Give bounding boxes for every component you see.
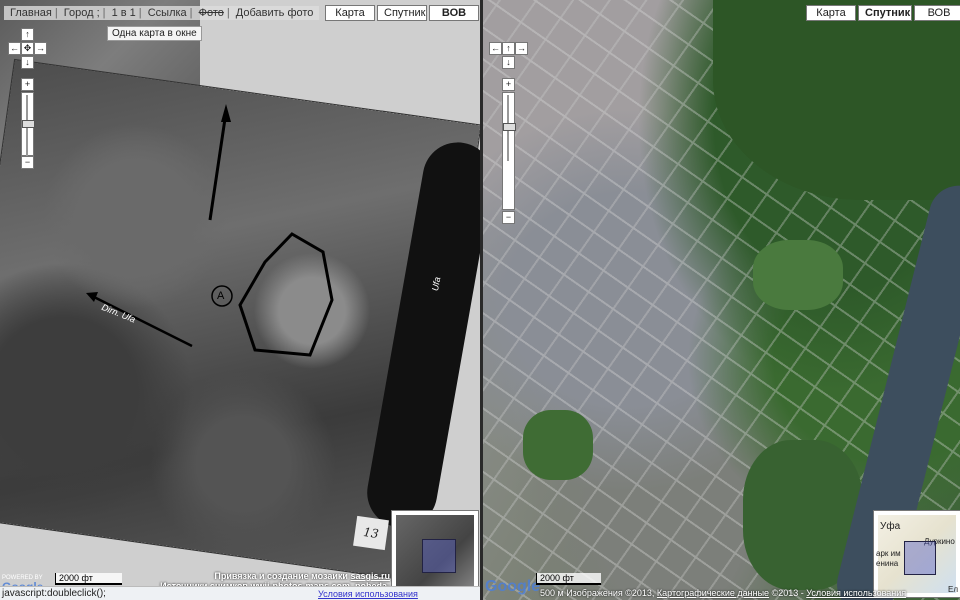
right-scale-bar: 2000 фт [536,573,601,585]
left-terms-link[interactable]: Условия использования [318,589,418,599]
right-overview-map[interactable]: Уфа арк им енина Дуркино Ел [873,510,960,598]
right-pan-down-button[interactable]: ↓ [502,56,515,69]
right-zoom-slider-thumb[interactable] [503,123,516,131]
park-area [523,410,593,480]
left-pan-left-button[interactable]: ← [8,42,21,55]
overview-edge-label: Ел [948,585,959,594]
left-overview-viewport[interactable] [422,539,456,573]
left-zoom-in-button[interactable]: + [21,78,34,91]
nav-add-photo-link[interactable]: Добавить фото [233,7,317,19]
right-map-type-control: Карта Спутник ВОВ [806,5,960,21]
left-maptype-map-button[interactable]: Карта [325,5,375,21]
right-zoom-in-button[interactable]: + [502,78,515,91]
right-copyright: 500 м Изображения ©2013, Картографически… [540,588,906,598]
right-pan-up-button[interactable]: ↑ [502,42,515,55]
north-arrow-line [208,111,228,221]
left-overview-map[interactable] [391,510,479,598]
right-maptype-ww2-button[interactable]: ВОВ [914,5,960,21]
overview-city-label: Уфа [880,521,901,532]
left-scale-bar: 2000 фт [55,573,122,585]
left-pan-right-button[interactable]: → [34,42,47,55]
top-nav: Главная | Город ; | 1 в 1 | Ссылка | Фото | Д… [4,6,320,20]
right-terms-link[interactable]: Условия использования [806,588,906,598]
satellite-map-pane[interactable]: Карта Спутник ВОВ ↑ ← → ↓ + − Уфа арк им… [483,0,960,600]
overview-park-label-2: енина [876,559,899,568]
left-zoom-slider-thumb[interactable] [22,120,35,128]
copyright-imagery-text: 500 м Изображения ©2013, [540,588,657,598]
right-zoom-out-button[interactable]: − [502,211,515,224]
sasgis-link[interactable]: sasgis.ru [350,571,390,581]
nav-one-in-one-link[interactable]: 1 в 1 [109,7,139,19]
left-maptype-satellite-button[interactable]: Спутник [377,5,427,21]
north-arrow-head [221,104,231,122]
right-zoom-slider[interactable] [502,92,516,210]
marker-letter: A [217,290,225,302]
right-overview-viewport[interactable] [904,541,936,575]
right-maptype-satellite-button[interactable]: Спутник [858,5,912,21]
tooltip: Одна карта в окне [107,26,202,41]
left-map-type-control: Карта Спутник ВОВ [325,5,479,21]
left-pan-down-button[interactable]: ↓ [21,56,34,69]
map-data-link[interactable]: Картографические данные [657,588,769,598]
left-maptype-ww2-button[interactable]: ВОВ [429,5,479,21]
left-pan-up-button[interactable]: ↑ [21,28,34,41]
copyright-year-text: ©2013 - [769,588,807,598]
credits-line1: Привязка и создание мозаики sasgis.ru [135,571,390,581]
left-pan-center-button[interactable]: ✥ [21,42,34,55]
left-zoom-out-button[interactable]: − [21,156,34,169]
nav-link-link[interactable]: Ссылка [145,7,190,19]
photo-number: 13 [353,515,389,551]
right-maptype-map-button[interactable]: Карта [806,5,856,21]
overview-park-label: арк им [876,549,901,558]
left-zoom-slider[interactable] [21,92,35,161]
park-area [753,240,843,310]
target-outline [238,232,334,357]
right-pan-left-button[interactable]: ← [489,42,502,55]
nav-city-link[interactable]: Город ; [61,7,103,19]
nav-home-link[interactable]: Главная [7,7,55,19]
nav-photo-link[interactable]: Фото [196,7,227,19]
google-logo-right[interactable]: Google [485,578,540,596]
historical-map-pane[interactable]: A Ufa Dirn. Ufa 13 Главная | Город ; | 1 в… [0,0,480,600]
credits-mosaic-text: Привязка и создание мозаики [214,571,351,581]
right-pan-right-button[interactable]: → [515,42,528,55]
